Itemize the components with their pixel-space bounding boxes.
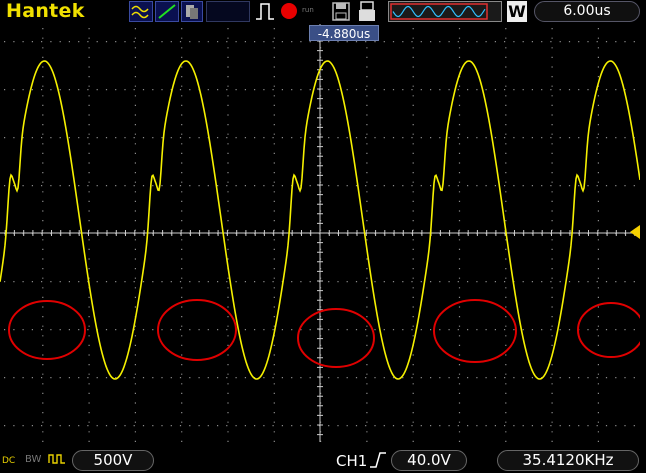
timebase-display[interactable]: 6.00us <box>534 1 640 22</box>
rising-edge-icon[interactable] <box>369 451 387 469</box>
axis-crosshair <box>0 24 640 442</box>
ground-icon <box>48 451 68 468</box>
trigger-pulse-icon[interactable] <box>254 1 276 22</box>
center-axes <box>0 24 640 442</box>
brand-logo: Hantek <box>6 0 85 22</box>
annotation-circle <box>433 299 517 363</box>
trigger-level-marker <box>630 225 640 239</box>
w-button[interactable]: W <box>507 1 527 22</box>
toolbar: Hantek run W 6.00us <box>0 0 646 24</box>
scope-graticule <box>0 24 640 442</box>
mode-icon[interactable] <box>129 1 153 22</box>
bandwidth-label: BW <box>25 454 42 465</box>
trigger-level[interactable]: 40.0V <box>391 450 467 471</box>
run-label: run <box>302 6 314 14</box>
usb-icon[interactable] <box>356 1 378 22</box>
status-box <box>206 1 250 22</box>
frequency-readout: 35.4120KHz <box>497 450 639 471</box>
annotation-circle <box>297 308 375 368</box>
waveform-window[interactable] <box>388 1 502 22</box>
grid-dots <box>3 28 635 442</box>
line-icon[interactable] <box>155 1 179 22</box>
coupling-label: DC <box>2 456 16 466</box>
scope-screen[interactable] <box>0 24 640 442</box>
run-indicator[interactable] <box>281 3 297 19</box>
grid-dot-pattern <box>3 28 635 442</box>
annotation-circle <box>8 300 86 360</box>
annotation-circle <box>577 302 640 358</box>
annotation-circle <box>157 299 237 361</box>
status-bar: DC BW 500V CH1 40.0V 35.4120KHz <box>0 442 646 471</box>
channel-scale[interactable]: 500V <box>72 450 154 471</box>
save-icon[interactable] <box>331 1 351 22</box>
persist-icon[interactable] <box>181 1 203 22</box>
trigger-source[interactable]: CH1 <box>336 452 367 470</box>
trigger-position-marker[interactable]: -4.880us <box>309 25 379 41</box>
